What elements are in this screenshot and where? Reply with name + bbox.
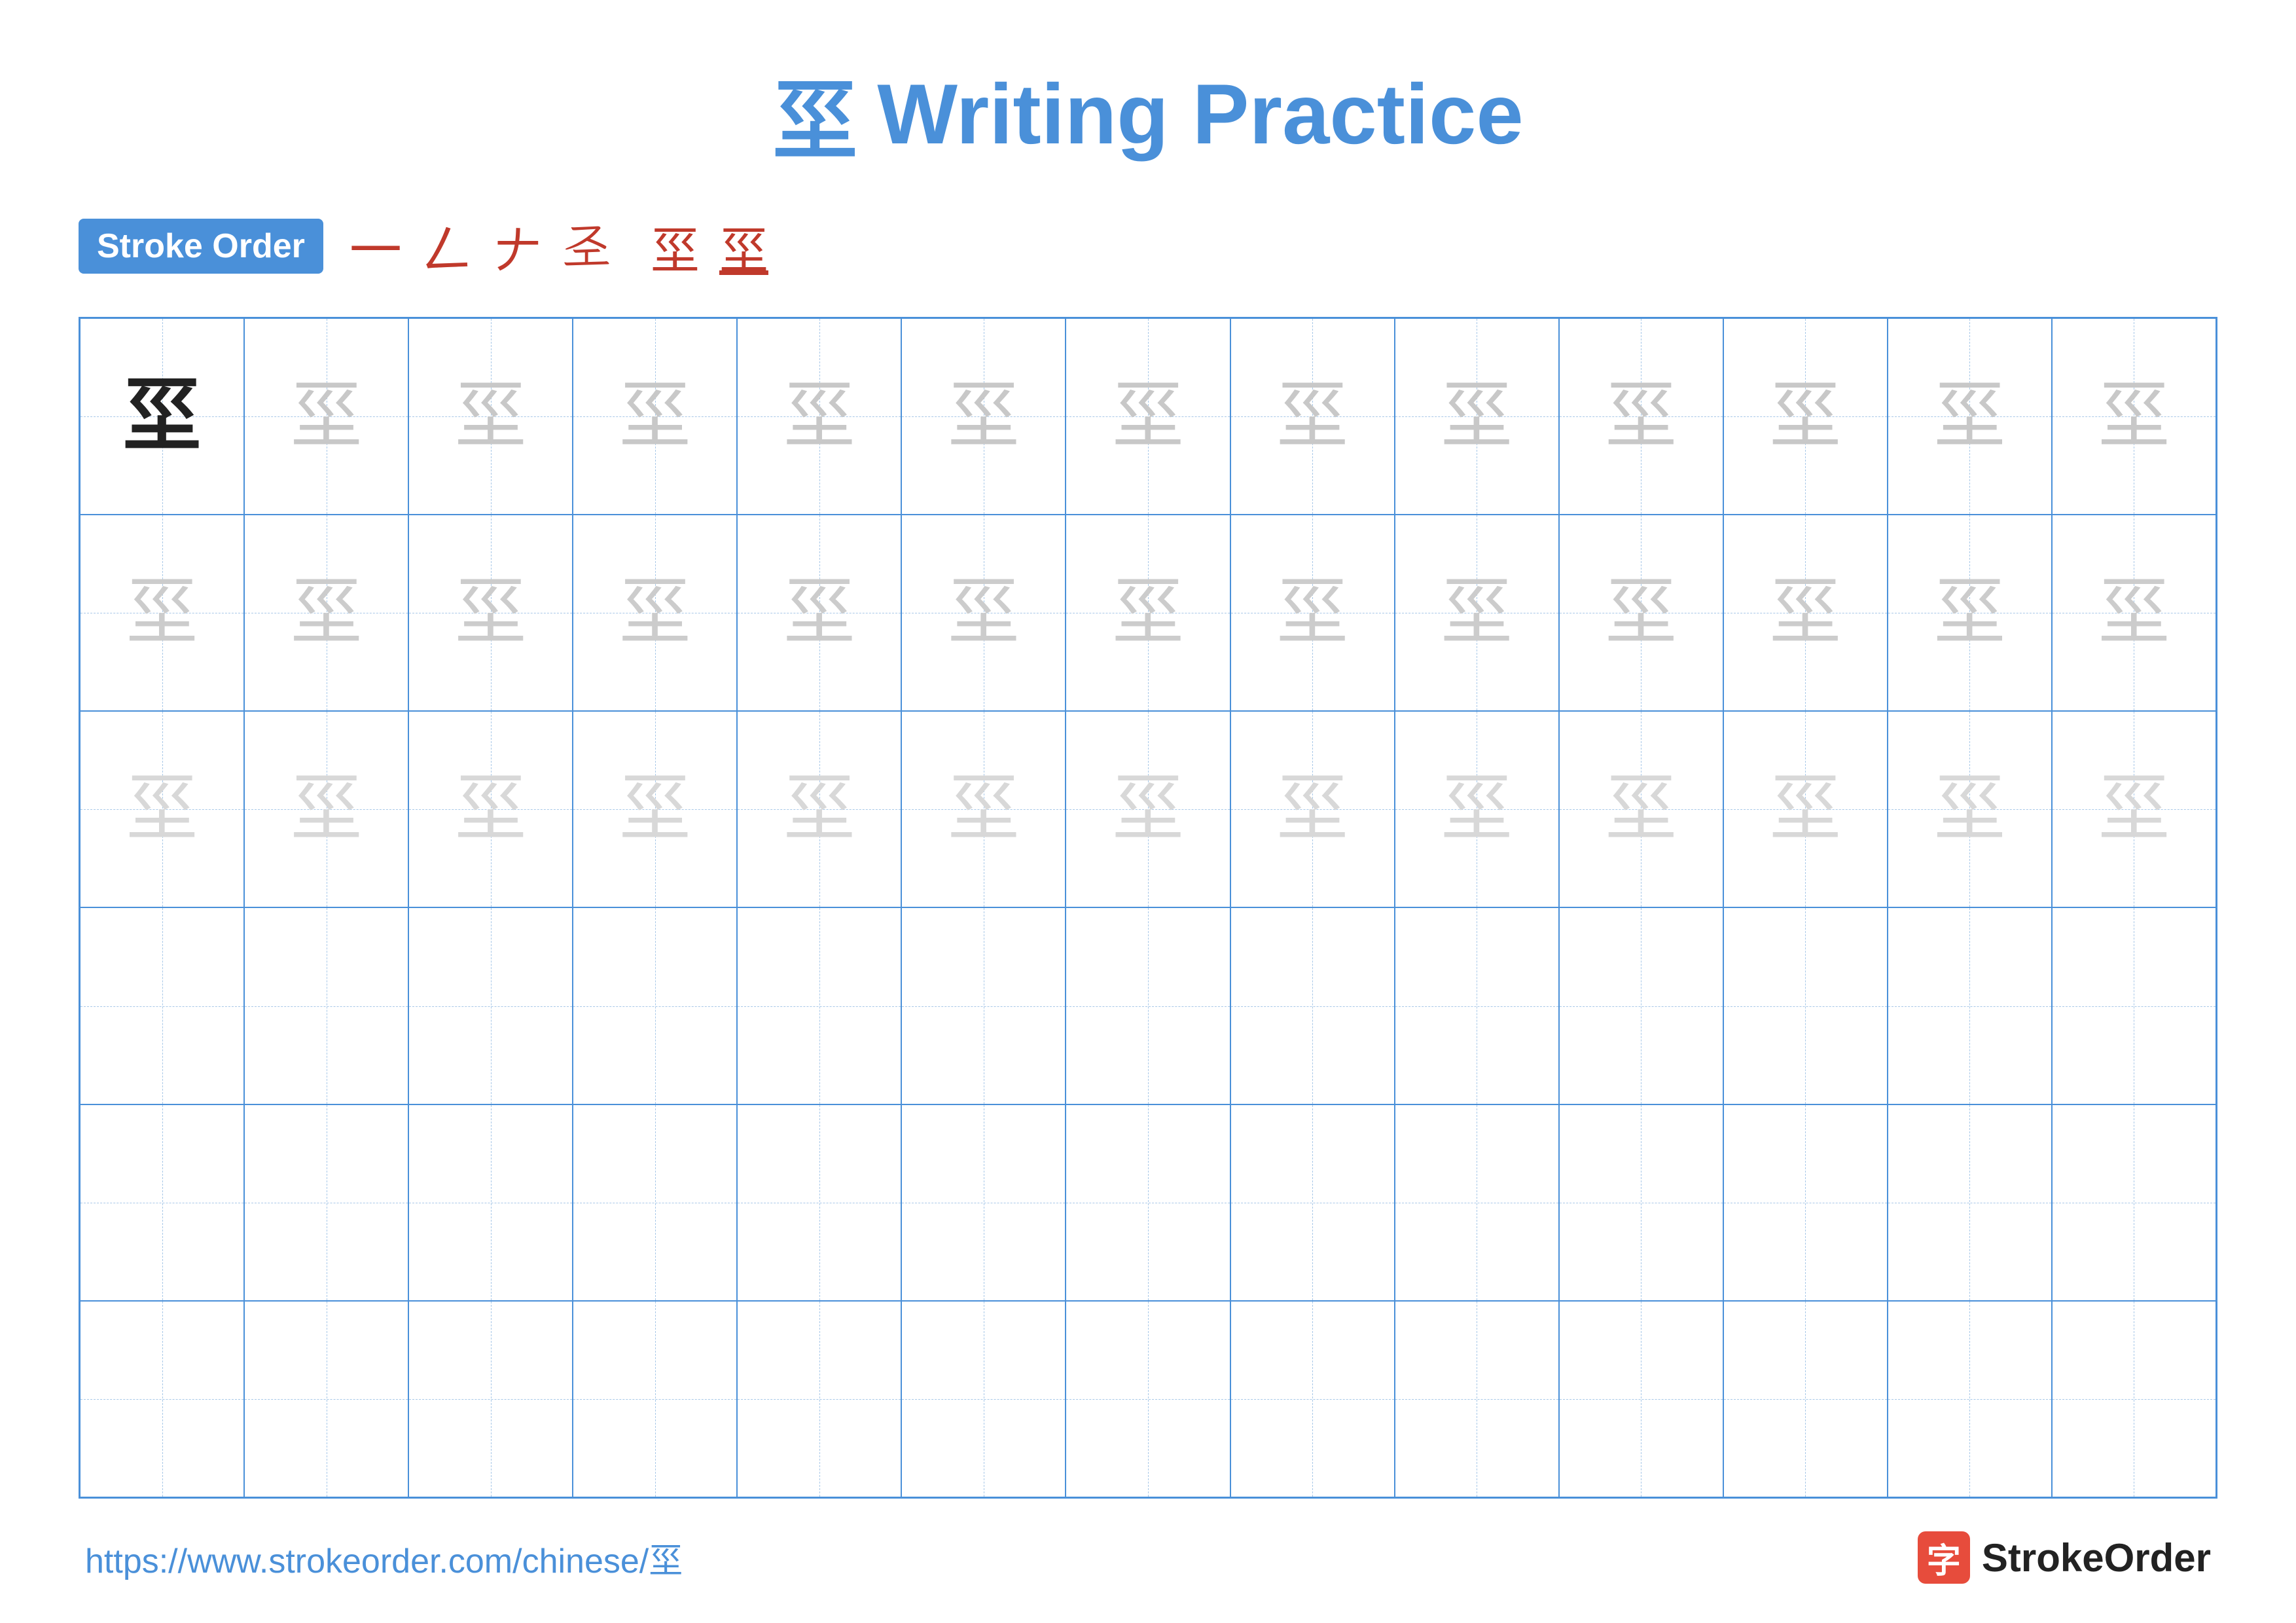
footer-url[interactable]: https://www.strokeorder.com/chinese/坙 (85, 1533, 683, 1582)
grid-cell[interactable]: 坙 (1559, 318, 1723, 515)
grid-cell[interactable] (1723, 1301, 1888, 1497)
grid-cell[interactable]: 坙 (901, 515, 1066, 711)
grid-cell[interactable] (1559, 1104, 1723, 1301)
grid-cell[interactable] (1395, 1301, 1559, 1497)
grid-cell[interactable]: 坙 (80, 711, 244, 907)
grid-cell[interactable]: 坙 (737, 318, 901, 515)
stroke-step-1: 一 (350, 208, 402, 284)
grid-cell[interactable]: 坙 (1230, 711, 1395, 907)
grid-cell[interactable]: 坙 (1230, 515, 1395, 711)
footer-logo-text: StrokeOrder (1982, 1535, 2211, 1580)
grid-cell[interactable]: 坙 (1888, 318, 2052, 515)
grid-cell[interactable]: 坙 (901, 318, 1066, 515)
stroke-order-row: Stroke Order 一 𠃋 𠂇 𢀖 𢀗 坙 坙 (79, 208, 2217, 284)
grid-cell[interactable] (901, 1301, 1066, 1497)
grid-cell[interactable]: 坙 (1395, 515, 1559, 711)
grid-cell[interactable]: 坙 (408, 711, 573, 907)
stroke-step-4: 𢀖 (562, 217, 611, 275)
title-character: 坙 (772, 52, 857, 175)
grid-cell[interactable]: 坙 (1066, 318, 1230, 515)
grid-cell[interactable]: 坙 (737, 515, 901, 711)
grid-cell[interactable] (408, 1301, 573, 1497)
grid-cell[interactable]: 坙 (573, 515, 737, 711)
grid-cell[interactable]: 坙 (80, 318, 244, 515)
grid-cell[interactable] (1888, 1301, 2052, 1497)
grid-cell[interactable] (244, 907, 408, 1104)
grid-cell[interactable] (1066, 1104, 1230, 1301)
grid-cell[interactable] (1723, 1104, 1888, 1301)
stroke-step-6: 坙 (651, 211, 700, 282)
grid-cell[interactable]: 坙 (1066, 515, 1230, 711)
grid-cell[interactable] (901, 907, 1066, 1104)
grid-cell[interactable] (80, 907, 244, 1104)
grid-cell[interactable]: 坙 (244, 515, 408, 711)
grid-cell[interactable] (737, 907, 901, 1104)
footer: https://www.strokeorder.com/chinese/坙 字 … (79, 1531, 2217, 1584)
grid-cell[interactable]: 坙 (80, 515, 244, 711)
stroke-steps: 一 𠃋 𠂇 𢀖 𢀗 坙 坙 (350, 208, 768, 284)
grid-cell[interactable] (1230, 907, 1395, 1104)
grid-cell[interactable] (737, 1301, 901, 1497)
grid-cell[interactable] (901, 1104, 1066, 1301)
grid-cell[interactable] (1066, 1301, 1230, 1497)
grid-cell[interactable]: 坙 (244, 318, 408, 515)
grid-cell[interactable] (1888, 907, 2052, 1104)
grid-cell[interactable] (1723, 907, 1888, 1104)
grid-cell[interactable]: 坙 (573, 318, 737, 515)
grid-cell[interactable]: 坙 (2052, 515, 2216, 711)
grid-cell[interactable] (244, 1104, 408, 1301)
grid-cell[interactable]: 坙 (1888, 711, 2052, 907)
grid-cell[interactable] (1395, 907, 1559, 1104)
grid-cell[interactable]: 坙 (408, 515, 573, 711)
grid-cell[interactable]: 坙 (737, 711, 901, 907)
stroke-step-2: 𠃋 (422, 208, 474, 284)
grid-cell[interactable] (408, 907, 573, 1104)
title-area: 坙 Writing Practice (79, 52, 2217, 175)
grid-cell[interactable]: 坙 (1888, 515, 2052, 711)
grid-cell[interactable] (80, 1104, 244, 1301)
grid-cell[interactable] (80, 1301, 244, 1497)
grid-cell[interactable]: 坙 (2052, 318, 2216, 515)
grid-cell[interactable]: 坙 (2052, 711, 2216, 907)
grid-cell[interactable] (1395, 1104, 1559, 1301)
grid-cell[interactable] (1559, 907, 1723, 1104)
stroke-order-badge: Stroke Order (79, 219, 323, 274)
page: 坙 Writing Practice Stroke Order 一 𠃋 𠂇 𢀖 … (0, 0, 2296, 1623)
grid-cell[interactable] (1559, 1301, 1723, 1497)
grid-cell[interactable] (1230, 1301, 1395, 1497)
grid-cell[interactable] (1888, 1104, 2052, 1301)
grid-cell[interactable] (2052, 1104, 2216, 1301)
grid-cell[interactable]: 坙 (1395, 711, 1559, 907)
grid-cell[interactable] (2052, 907, 2216, 1104)
grid-cell[interactable]: 坙 (408, 318, 573, 515)
grid-cell[interactable]: 坙 (1230, 318, 1395, 515)
title-text: Writing Practice (877, 65, 1523, 163)
grid-cell[interactable] (573, 1104, 737, 1301)
grid-cell[interactable] (244, 1301, 408, 1497)
grid-cell[interactable]: 坙 (1559, 711, 1723, 907)
grid-cell[interactable]: 坙 (1723, 318, 1888, 515)
grid-cell[interactable]: 坙 (1066, 711, 1230, 907)
grid-cell[interactable] (1230, 1104, 1395, 1301)
grid-cell[interactable] (2052, 1301, 2216, 1497)
grid-cell[interactable]: 坙 (1395, 318, 1559, 515)
grid-cell[interactable]: 坙 (244, 711, 408, 907)
grid-cell[interactable] (408, 1104, 573, 1301)
grid-cell[interactable]: 坙 (573, 711, 737, 907)
grid-cell[interactable] (573, 907, 737, 1104)
grid-cell[interactable] (737, 1104, 901, 1301)
stroke-step-3: 𠂇 (493, 211, 543, 282)
footer-logo-icon: 字 (1918, 1531, 1970, 1584)
grid-cell[interactable]: 坙 (1723, 711, 1888, 907)
stroke-step-7: 坙 (719, 211, 768, 282)
grid-cell[interactable] (573, 1301, 737, 1497)
footer-logo: 字 StrokeOrder (1918, 1531, 2211, 1584)
grid-cell[interactable]: 坙 (1559, 515, 1723, 711)
practice-grid: 坙坙坙坙坙坙坙坙坙坙坙坙坙坙坙坙坙坙坙坙坙坙坙坙坙坙坙坙坙坙坙坙坙坙坙坙坙坙坙 (79, 317, 2217, 1499)
grid-cell[interactable] (1066, 907, 1230, 1104)
grid-cell[interactable]: 坙 (1723, 515, 1888, 711)
grid-cell[interactable]: 坙 (901, 711, 1066, 907)
